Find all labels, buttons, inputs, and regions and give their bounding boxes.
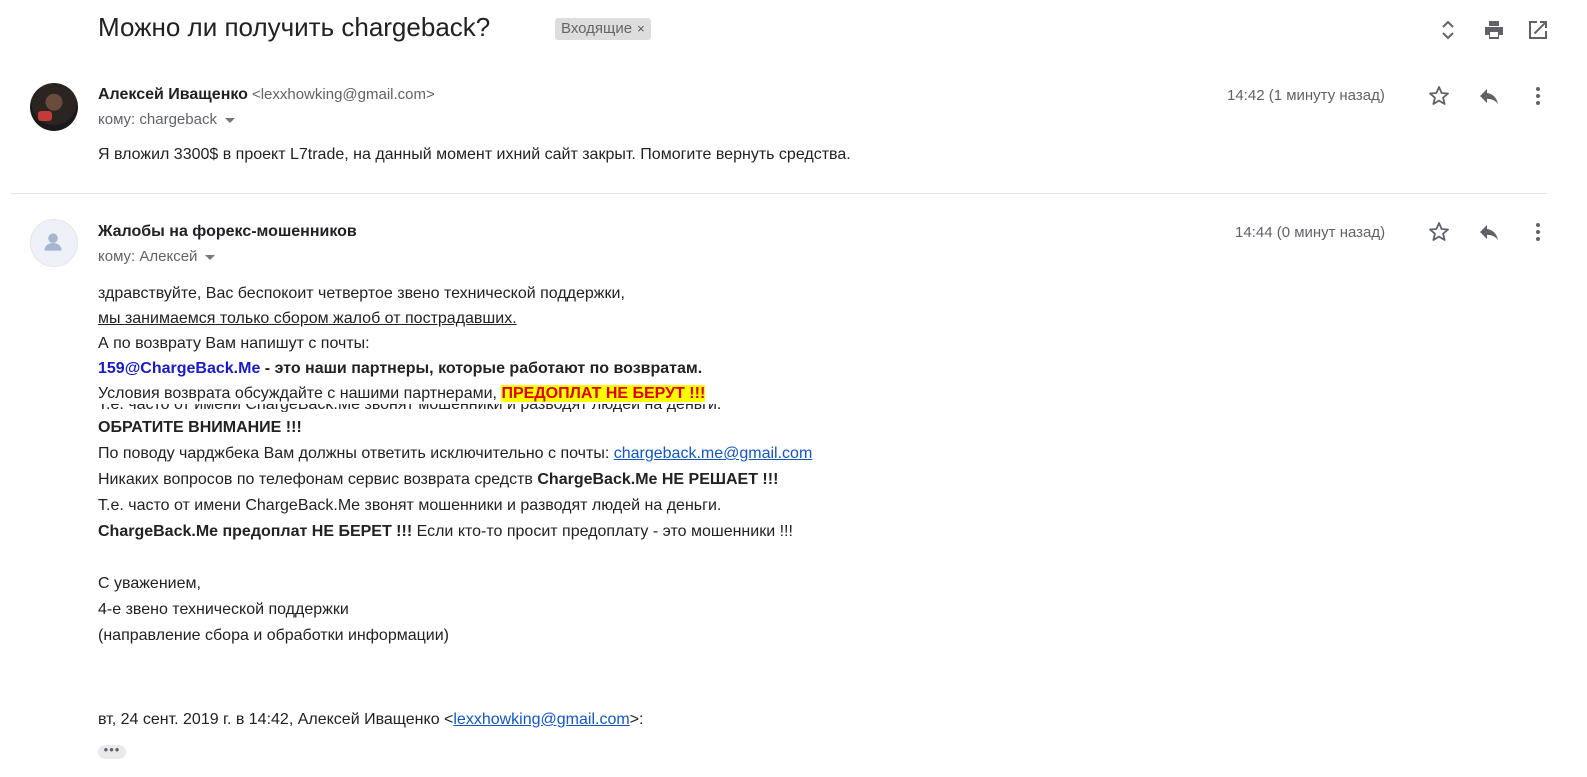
more-vert-icon[interactable]: [1526, 84, 1550, 108]
more-vert-icon[interactable]: [1526, 220, 1550, 244]
recipient-line[interactable]: кому: Алексей: [98, 248, 216, 265]
sender-avatar-photo[interactable]: [30, 83, 78, 131]
star-icon[interactable]: [1427, 84, 1451, 108]
conditions-text: Условия возврата обсуждайте с нашими пар…: [98, 385, 502, 402]
body-line-prepayment: ChargeBack.Me предоплат НЕ БЕРЕТ !!! Есл…: [98, 519, 793, 545]
body-line-underlined: мы занимаемся только сбором жалоб от пос…: [98, 310, 517, 327]
person-icon: [44, 233, 62, 251]
message-time: 14:42 (1 минуту назад): [1227, 87, 1385, 104]
official-email-link[interactable]: chargeback.me@gmail.com: [614, 445, 813, 462]
partner-email: 159@ChargeBack.Me: [98, 360, 261, 377]
reply-icon[interactable]: [1477, 220, 1501, 244]
quoted-header: вт, 24 сент. 2019 г. в 14:42, Алексей Ив…: [98, 707, 643, 733]
body-line: А по возврату Вам напишут с почты:: [98, 335, 370, 352]
quote-suffix: >:: [629, 711, 644, 728]
recipient-text: кому: chargeback: [98, 111, 217, 128]
message-divider: [10, 193, 1547, 194]
quote-prefix: вт, 24 сент. 2019 г. в 14:42, Алексей Ив…: [98, 711, 454, 728]
sender-name: Алексей Иващенко <lexxhowking@gmail.com>: [98, 86, 435, 104]
email-subject: Можно ли получить chargeback?: [98, 12, 491, 42]
prepayment-bold: ChargeBack.Me предоплат НЕ БЕРЕТ !!!: [98, 523, 413, 540]
sender-name-text: Алексей Иващенко: [98, 86, 248, 103]
signature-line: (направление сбора и обработки информаци…: [98, 627, 449, 644]
body-line-partner: 159@ChargeBack.Me - это наши партнеры, к…: [98, 356, 702, 382]
prepayment-rest: Если кто-то просит предоплату - это моше…: [412, 523, 793, 540]
no-prepayment-highlight: ПРЕДОПЛАТ НЕ БЕРУТ !!!: [501, 385, 706, 402]
star-icon[interactable]: [1427, 220, 1451, 244]
show-trimmed-content-button[interactable]: •••: [98, 743, 126, 759]
quote-email-link[interactable]: lexxhowking@gmail.com: [453, 711, 629, 728]
partner-text: - это наши партнеры, которые работают по…: [260, 360, 703, 377]
attention-heading: ОБРАТИТЕ ВНИМАНИЕ !!!: [98, 419, 302, 436]
clipped-line-text: Т.е. часто от имени ChargeBack.Me звонят…: [98, 404, 788, 412]
sender-name: Жалобы на форекс-мошенников: [98, 223, 357, 240]
body-line-phone: Никаких вопросов по телефонам сервис воз…: [98, 467, 778, 493]
unfold-icon[interactable]: [1436, 18, 1460, 42]
message-time: 14:44 (0 минут назад): [1235, 224, 1386, 241]
chevron-down-icon[interactable]: [224, 117, 235, 123]
body-line: здравствуйте, Вас беспокоит четвертое зв…: [98, 285, 625, 302]
open-in-new-icon[interactable]: [1526, 18, 1550, 42]
sender-email: <lexxhowking@gmail.com>: [251, 86, 435, 103]
message-body: Я вложил 3300$ в проект L7trade, на данн…: [98, 146, 851, 163]
recipient-text: кому: Алексей: [98, 248, 198, 265]
print-icon[interactable]: [1482, 18, 1506, 42]
phone-text: Никаких вопросов по телефонам сервис воз…: [98, 471, 538, 488]
label-text: Входящие: [561, 20, 633, 37]
reply-icon[interactable]: [1477, 84, 1501, 108]
clipped-line: Т.е. часто от имени ChargeBack.Me звонят…: [98, 404, 788, 412]
phone-bold: ChargeBack.Me НЕ РЕШАЕТ !!!: [537, 471, 779, 488]
body-line: Т.е. часто от имени ChargeBack.Me звонят…: [98, 497, 722, 514]
body-line-official-email: По поводу чарджбека Вам должны ответить …: [98, 441, 812, 467]
official-email-text: По поводу чарджбека Вам должны ответить …: [98, 445, 614, 462]
recipient-line[interactable]: кому: chargeback: [98, 111, 235, 128]
signature-line: С уважением,: [98, 575, 201, 592]
chevron-down-icon[interactable]: [205, 254, 216, 260]
remove-label-icon[interactable]: ×: [637, 21, 645, 36]
sender-avatar-generic[interactable]: [30, 219, 78, 267]
signature-line: 4-е звено технической поддержки: [98, 601, 349, 618]
inbox-label-chip[interactable]: Входящие ×: [555, 18, 651, 40]
